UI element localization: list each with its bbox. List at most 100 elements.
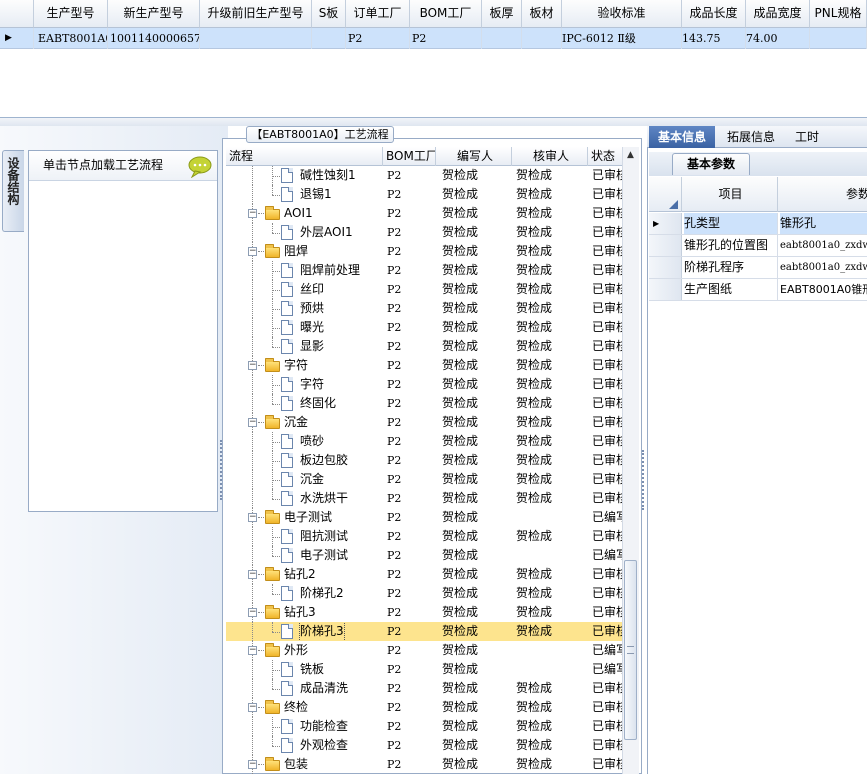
col-header-material[interactable]: 板材 <box>522 0 562 28</box>
tree-step-row[interactable]: 显影 P2 贺检成 贺检成 已审核 <box>226 337 622 356</box>
tree-step-row[interactable]: 退锡1 P2 贺检成 贺检成 已审核 <box>226 185 622 204</box>
tree-step-row[interactable]: 铣板 P2 贺检成 已编写 <box>226 660 622 679</box>
tree-step-row[interactable]: 阻抗测试 P2 贺检成 贺检成 已审核 <box>226 527 622 546</box>
tree-col-checker[interactable]: 核审人 <box>512 147 588 166</box>
tree-step-row[interactable]: 成品清洗 P2 贺检成 贺检成 已审核 <box>226 679 622 698</box>
param-value[interactable]: eabt8001a0_zxdw <box>780 257 867 278</box>
tree-group-row[interactable]: − 包装 P2 贺检成 贺检成 已审核 <box>226 755 622 774</box>
col-header-thickness[interactable]: 板厚 <box>482 0 522 28</box>
cell-material[interactable] <box>522 28 562 49</box>
param-row[interactable]: 阶梯孔程序 eabt8001a0_zxdw <box>649 257 867 279</box>
tree-group-row[interactable]: − 字符 P2 贺检成 贺检成 已审核 <box>226 356 622 375</box>
tree-step-row[interactable]: 水洗烘干 P2 贺检成 贺检成 已审核 <box>226 489 622 508</box>
tree-group-row[interactable]: − 电子测试 P2 贺检成 已编写 <box>226 508 622 527</box>
cell-old-model[interactable] <box>200 28 312 49</box>
tree-group-row[interactable]: − 终检 P2 贺检成 贺检成 已审核 <box>226 698 622 717</box>
param-value[interactable]: 锥形孔 <box>780 213 867 234</box>
tree-flow-cell: 显影 <box>226 337 383 356</box>
cell-length[interactable]: 143.75 <box>682 28 746 49</box>
col-header-new-model[interactable]: 新生产型号 <box>108 0 200 28</box>
tree-col-bom[interactable]: BOM工厂 <box>383 147 436 166</box>
col-header-standard[interactable]: 验收标准 <box>562 0 682 28</box>
col-header-length[interactable]: 成品长度 <box>682 0 746 28</box>
tree-step-row[interactable]: 丝印 P2 贺检成 贺检成 已审核 <box>226 280 622 299</box>
tree-group-row[interactable]: − 阻焊 P2 贺检成 贺检成 已审核 <box>226 242 622 261</box>
tree-step-row[interactable]: 预烘 P2 贺检成 贺检成 已审核 <box>226 299 622 318</box>
tree-group-row[interactable]: − 外形 P2 贺检成 已编写 <box>226 641 622 660</box>
tab-extended-info[interactable]: 拓展信息 <box>718 126 784 148</box>
col-header-model[interactable]: 生产型号 <box>34 0 108 28</box>
tree-step-row[interactable]: 板边包胶 P2 贺检成 贺检成 已审核 <box>226 451 622 470</box>
cell-standard[interactable]: IPC-6012 Ⅱ级 <box>562 28 682 49</box>
collapse-toggle-icon[interactable]: − <box>248 418 257 427</box>
cell-new-model[interactable]: 10011400006572 <box>108 28 200 49</box>
tree-step-row[interactable]: 阻焊前处理 P2 贺检成 贺检成 已审核 <box>226 261 622 280</box>
col-header-width[interactable]: 成品宽度 <box>746 0 810 28</box>
param-row[interactable]: 锥形孔的位置图 eabt8001a0_zxdw <box>649 235 867 257</box>
param-col-value[interactable]: 参数 <box>780 177 867 212</box>
collapse-toggle-icon[interactable]: − <box>248 760 257 769</box>
tree-group-row[interactable]: − AOI1 P2 贺检成 贺检成 已审核 <box>226 204 622 223</box>
tree-col-writer[interactable]: 编写人 <box>436 147 512 166</box>
tree-col-status[interactable]: 状态 <box>588 147 622 166</box>
side-tab-device-structure[interactable]: 设备结构 <box>2 150 24 232</box>
tree-group-row[interactable]: − 沉金 P2 贺检成 贺检成 已审核 <box>226 413 622 432</box>
param-row[interactable]: ▶ 孔类型 锥形孔 <box>649 213 867 235</box>
param-col-item[interactable]: 项目 <box>684 177 778 212</box>
process-tree[interactable]: 碱性蚀刻1P2贺检成贺检成已审核退锡1P2贺检成贺检成已审核−AOI1P2贺检成… <box>226 166 622 774</box>
col-header-bom-factory[interactable]: BOM工厂 <box>410 0 482 28</box>
tree-step-row[interactable]: 电子测试 P2 贺检成 已编写 <box>226 546 622 565</box>
collapse-toggle-icon[interactable]: − <box>248 646 257 655</box>
col-header-old-model[interactable]: 升级前旧生产型号 <box>200 0 312 28</box>
cell-model[interactable]: EABT8001A0 <box>34 28 108 49</box>
tab-basic-params[interactable]: 基本参数 <box>672 153 750 175</box>
collapse-toggle-icon[interactable]: − <box>248 513 257 522</box>
tree-connector <box>272 727 280 728</box>
tab-work-hours[interactable]: 工时 <box>786 126 828 148</box>
collapse-toggle-icon[interactable]: − <box>248 570 257 579</box>
cell-bom-factory[interactable]: P2 <box>410 28 482 49</box>
product-grid[interactable]: 生产型号 新生产型号 升级前旧生产型号 S板 订单工厂 BOM工厂 板厚 板材 … <box>0 0 867 118</box>
tree-group-row[interactable]: − 钻孔3 P2 贺检成 贺检成 已审核 <box>226 603 622 622</box>
tree-step-row[interactable]: 喷砂 P2 贺检成 贺检成 已审核 <box>226 432 622 451</box>
param-value[interactable]: EABT8001A0锥形孔 <box>780 279 867 300</box>
tree-step-row[interactable]: 曝光 P2 贺检成 贺检成 已审核 <box>226 318 622 337</box>
cell-pnl[interactable] <box>810 28 867 49</box>
horizontal-splitter[interactable] <box>0 118 867 126</box>
tree-step-row[interactable]: 阶梯孔2 P2 贺检成 贺检成 已审核 <box>226 584 622 603</box>
tree-step-row[interactable]: 字符 P2 贺检成 贺检成 已审核 <box>226 375 622 394</box>
tree-step-row[interactable]: 外层AOI1 P2 贺检成 贺检成 已审核 <box>226 223 622 242</box>
collapse-toggle-icon[interactable]: − <box>248 608 257 617</box>
collapse-toggle-icon[interactable]: − <box>248 703 257 712</box>
col-header-pnl[interactable]: PNL规格 <box>810 0 867 28</box>
tree-col-flow[interactable]: 流程 <box>226 147 383 166</box>
cell-width[interactable]: 74.00 <box>746 28 810 49</box>
tree-group-row[interactable]: − 钻孔2 P2 贺检成 贺检成 已审核 <box>226 565 622 584</box>
collapse-toggle-icon[interactable]: − <box>248 361 257 370</box>
tree-step-row[interactable]: 碱性蚀刻1 P2 贺检成 贺检成 已审核 <box>226 166 622 185</box>
collapse-toggle-icon[interactable]: − <box>248 209 257 218</box>
tree-cell-writer: 贺检成 <box>442 434 479 448</box>
collapse-toggle-icon[interactable]: − <box>248 247 257 256</box>
tab-basic-info[interactable]: 基本信息 <box>649 126 715 148</box>
node-list-box[interactable] <box>28 150 218 512</box>
document-icon <box>281 339 293 354</box>
param-value[interactable]: eabt8001a0_zxdw <box>780 235 867 256</box>
col-header-s-board[interactable]: S板 <box>312 0 346 28</box>
folder-icon <box>265 643 280 657</box>
col-header-order-factory[interactable]: 订单工厂 <box>346 0 410 28</box>
cell-thickness[interactable] <box>482 28 522 49</box>
tree-node-label: 退锡1 <box>300 187 332 201</box>
tree-step-row[interactable]: 沉金 P2 贺检成 贺检成 已审核 <box>226 470 622 489</box>
tree-step-row[interactable]: 阶梯孔3 P2 贺检成 贺检成 已审核 <box>226 622 622 641</box>
cell-order-factory[interactable]: P2 <box>346 28 410 49</box>
tree-flow-cell: 退锡1 <box>226 185 383 204</box>
tree-node-label: 电子测试 <box>300 548 349 562</box>
cell-s-board[interactable] <box>312 28 346 49</box>
right-splitter-grip[interactable] <box>642 450 645 510</box>
tree-step-row[interactable]: 终固化 P2 贺检成 贺检成 已审核 <box>226 394 622 413</box>
tree-step-row[interactable]: 外观检查 P2 贺检成 贺检成 已审核 <box>226 736 622 755</box>
param-row[interactable]: 生产图纸EABT8001A0锥形孔 <box>649 279 867 301</box>
scroll-up-arrow-icon[interactable]: ▲ <box>623 148 638 163</box>
tree-step-row[interactable]: 功能检查 P2 贺检成 贺检成 已审核 <box>226 717 622 736</box>
